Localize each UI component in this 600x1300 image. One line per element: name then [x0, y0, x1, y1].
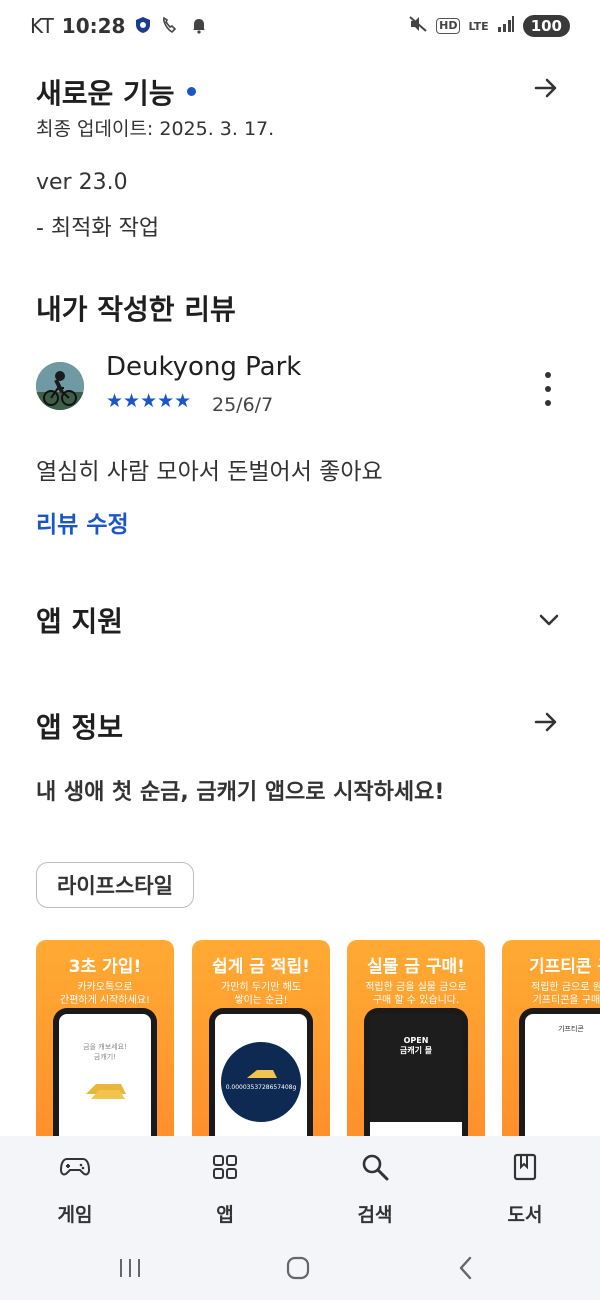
- nav-label: 게임: [57, 1204, 93, 1226]
- status-bar: KT 10:28 HD LTE 100: [0, 0, 600, 56]
- chevron-down-icon[interactable]: [538, 608, 560, 633]
- mute-icon: [408, 15, 428, 37]
- app-support-title: 앱 지원: [36, 605, 124, 638]
- carrier: KT: [30, 14, 54, 38]
- clock: 10:28: [61, 14, 126, 38]
- network-type: LTE: [468, 19, 489, 33]
- whats-new-header[interactable]: 새로운 기능: [36, 72, 560, 112]
- app-description: 내 생애 첫 순금, 금캐기 앱으로 시작하세요!: [36, 780, 445, 805]
- screenshot-subtitle: 적립한 금을 실물 금으로 구매 할 수 있습니다.: [365, 982, 467, 1006]
- screenshot-card[interactable]: 실물 금 구매! 적립한 금을 실물 금으로 구매 할 수 있습니다. OPEN…: [347, 940, 485, 1136]
- gamepad-icon: [60, 1152, 90, 1182]
- review-text: 열심히 사람 모아서 돈벌어서 좋아요: [36, 459, 383, 485]
- category-chip[interactable]: 라이프스타일: [36, 862, 194, 908]
- nav-label: 검색: [357, 1204, 393, 1226]
- phone-screen: OPEN 금캐기 몰: [370, 1014, 462, 1136]
- nav-apps[interactable]: 앱: [150, 1136, 300, 1240]
- app-info-header[interactable]: 앱 정보: [36, 706, 560, 746]
- phone-screen: 기프티콘: [525, 1014, 600, 1136]
- star-rating: ★★★★★: [106, 390, 192, 412]
- screenshot-title: 실물 금 구매!: [367, 957, 465, 977]
- screen-text: 기프티콘: [558, 1025, 584, 1033]
- screen-text: 0.0000353728657408g: [225, 1084, 297, 1091]
- bottom-navigation: 게임 앱 검색 도서: [0, 1136, 600, 1240]
- recent-apps-icon[interactable]: [110, 1252, 150, 1284]
- screenshot-subtitle: 적립한 금으로 원하 기프티콘을 구매하: [531, 982, 600, 1006]
- hd-badge: HD: [436, 18, 461, 34]
- screen-text: 금을 캐보세요! 금캐기!: [83, 1043, 127, 1061]
- arrow-right-icon[interactable]: [532, 74, 560, 110]
- whats-new-title: 새로운 기능: [36, 77, 175, 110]
- nav-games[interactable]: 게임: [0, 1136, 150, 1240]
- back-icon[interactable]: [446, 1252, 486, 1284]
- signal-icon: [497, 16, 515, 36]
- gold-mine-graphic: [221, 1042, 301, 1122]
- last-updated: 최종 업데이트: 2025. 3. 17.: [36, 118, 275, 140]
- phone-screen: 0.0000353728657408g: [215, 1014, 307, 1136]
- screenshot-title: 쉽게 금 적립!: [212, 957, 310, 977]
- screenshot-subtitle: 카카오톡으로 간편하게 시작하세요!: [60, 982, 150, 1006]
- screenshot-card[interactable]: 3초 가입! 카카오톡으로 간편하게 시작하세요! 금을 캐보세요! 금캐기!: [36, 940, 174, 1136]
- app-support-header[interactable]: 앱 지원: [36, 600, 560, 640]
- phone-screen: 금을 캐보세요! 금캐기!: [59, 1014, 151, 1136]
- arrow-right-icon[interactable]: [532, 708, 560, 744]
- version-text: ver 23.0: [36, 170, 128, 195]
- home-icon[interactable]: [278, 1252, 318, 1284]
- reviewer-name: Deukyong Park: [106, 352, 302, 382]
- screen-text: OPEN 금캐기 몰: [399, 1036, 433, 1055]
- nav-books[interactable]: 도서: [450, 1136, 600, 1240]
- nav-search[interactable]: 검색: [300, 1136, 450, 1240]
- gold-bar-icon: [86, 1084, 126, 1099]
- edit-review-link[interactable]: 리뷰 수정: [36, 505, 129, 539]
- phone-mockup: 금을 캐보세요! 금캐기!: [53, 1008, 157, 1136]
- nav-label: 도서: [507, 1204, 543, 1226]
- my-review-title: 내가 작성한 리뷰: [36, 293, 236, 326]
- battery-indicator: 100: [522, 15, 570, 37]
- phone-mockup: OPEN 금캐기 몰: [364, 1008, 468, 1136]
- more-options-icon[interactable]: [540, 372, 556, 406]
- screenshot-carousel[interactable]: 3초 가입! 카카오톡으로 간편하게 시작하세요! 금을 캐보세요! 금캐기! …: [36, 940, 600, 1136]
- book-icon: [513, 1152, 537, 1182]
- search-icon: [361, 1152, 389, 1182]
- screen-panel: [370, 1122, 462, 1136]
- screenshot-card[interactable]: 쉽게 금 적립! 가만히 두기만 해도 쌓이는 순금! 0.0000353728…: [192, 940, 330, 1136]
- screenshot-title: 기프티콘 구: [528, 957, 600, 977]
- screenshot-subtitle: 가만히 두기만 해도 쌓이는 순금!: [221, 982, 301, 1006]
- avatar: [36, 362, 84, 410]
- screenshot-title: 3초 가입!: [68, 957, 142, 977]
- screenshot-card[interactable]: 기프티콘 구 적립한 금으로 원하 기프티콘을 구매하 기프티콘: [502, 940, 600, 1136]
- shield-icon: [133, 16, 153, 36]
- call-icon: [161, 16, 181, 36]
- whats-new-title-wrap: 새로운 기능: [36, 72, 196, 112]
- apps-grid-icon: [212, 1152, 238, 1182]
- nav-label: 앱: [216, 1204, 234, 1226]
- new-indicator-dot: [186, 86, 196, 96]
- notification-bell-icon: [189, 16, 209, 36]
- phone-mockup: 0.0000353728657408g: [209, 1008, 313, 1136]
- my-review-header: 내가 작성한 리뷰: [36, 288, 560, 328]
- phone-mockup: 기프티콘: [519, 1008, 600, 1136]
- app-info-title: 앱 정보: [36, 711, 124, 744]
- review-date: 25/6/7: [212, 394, 274, 416]
- release-notes: - 최적화 작업: [36, 216, 160, 241]
- system-navigation-bar: [0, 1240, 600, 1300]
